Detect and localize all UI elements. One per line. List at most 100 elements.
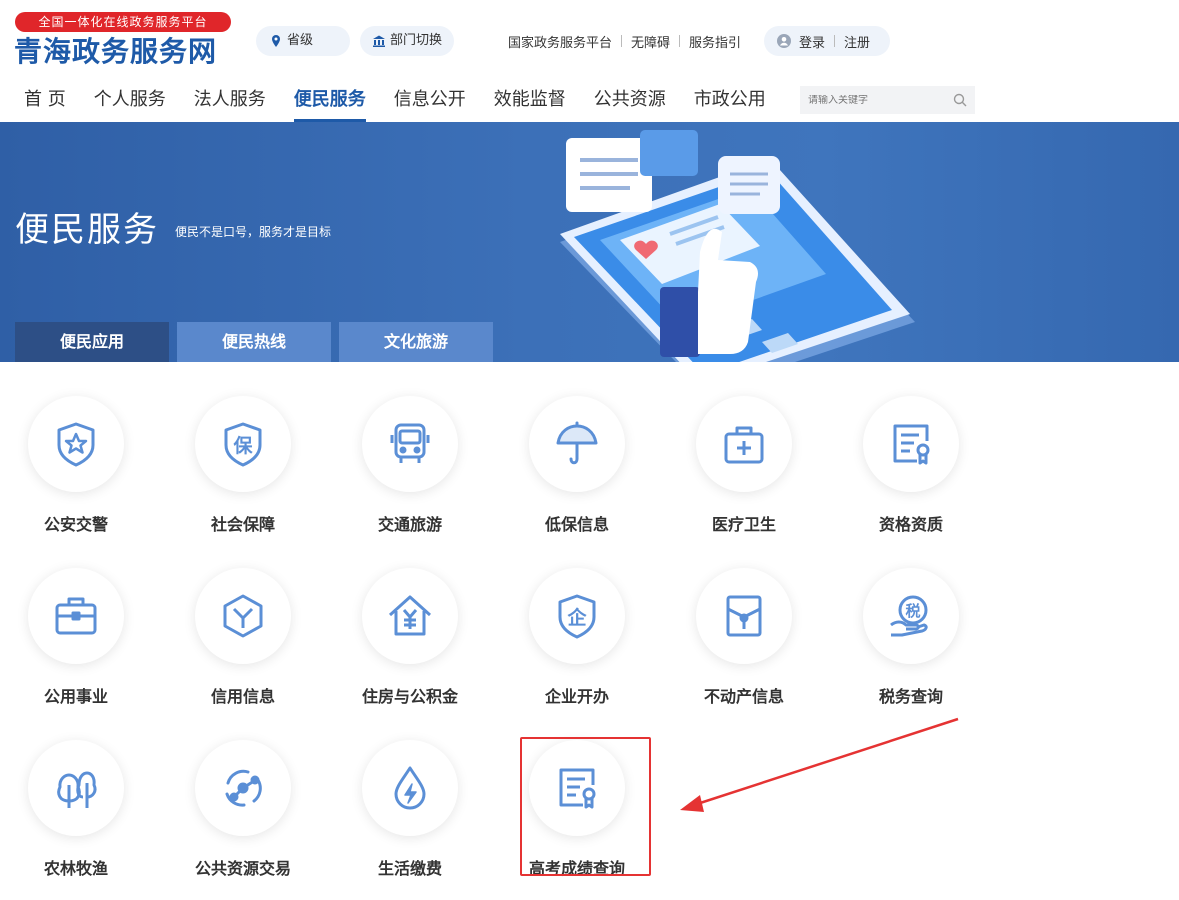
nav-personal-services[interactable]: 个人服务 — [94, 88, 166, 122]
briefcase-icon — [55, 597, 97, 635]
service-qualifications[interactable]: 资格资质 — [841, 396, 981, 535]
service-agriculture[interactable]: 农林牧渔 — [6, 740, 146, 879]
search-box — [800, 86, 975, 114]
certificate-icon — [893, 424, 930, 465]
service-icon-circle — [362, 396, 458, 492]
service-medical-health[interactable]: 医疗卫生 — [674, 396, 814, 535]
province-selector[interactable]: 省级 — [256, 26, 350, 56]
service-utility-payment[interactable]: 生活缴费 — [340, 740, 480, 879]
service-icon-circle — [362, 568, 458, 664]
service-icon-circle — [863, 396, 959, 492]
svg-text:保: 保 — [232, 434, 253, 457]
service-label: 交通旅游 — [377, 515, 442, 534]
service-label: 资格资质 — [878, 515, 943, 534]
svg-text:企: 企 — [566, 606, 587, 629]
department-switch[interactable]: 部门切换 — [360, 26, 454, 56]
service-icon-circle — [195, 740, 291, 836]
service-icon-circle — [529, 396, 625, 492]
nav-home[interactable]: 首 页 — [24, 88, 66, 122]
service-icon-circle — [28, 568, 124, 664]
service-subsistence-allowance[interactable]: 低保信息 — [507, 396, 647, 535]
top-links: 国家政务服务平台 无障碍 服务指引 — [508, 26, 741, 56]
service-icon-circle — [28, 740, 124, 836]
link-accessibility[interactable]: 无障碍 — [631, 32, 670, 51]
service-public-resource-trading[interactable]: 公共资源交易 — [173, 740, 313, 879]
service-icon-circle — [696, 568, 792, 664]
link-national-platform[interactable]: 国家政务服务平台 — [508, 32, 612, 51]
service-label: 信用信息 — [210, 687, 275, 706]
service-label: 社会保障 — [210, 515, 275, 534]
service-social-security[interactable]: 保 社会保障 — [173, 396, 313, 535]
register-link[interactable]: 注册 — [844, 32, 870, 51]
bus-icon — [390, 423, 430, 463]
login-link[interactable]: 登录 — [799, 32, 825, 51]
main-nav: 首 页 个人服务 法人服务 便民服务 信息公开 效能监督 公共资源 市政公用 — [24, 88, 794, 122]
service-label: 公用事业 — [43, 687, 108, 706]
search-input[interactable] — [808, 94, 948, 106]
link-service-guide[interactable]: 服务指引 — [689, 32, 741, 51]
divider — [679, 35, 681, 47]
house-yuan-icon — [388, 595, 432, 636]
service-icon-circle — [362, 740, 458, 836]
user-icon — [777, 34, 791, 48]
property-folder-icon — [726, 595, 762, 637]
svg-text:税: 税 — [905, 602, 920, 620]
enterprise-shield-icon: 企 — [558, 594, 596, 639]
nav-public-resources[interactable]: 公共资源 — [594, 88, 666, 122]
service-label: 公共资源交易 — [194, 859, 291, 878]
service-icon-circle: 保 — [195, 396, 291, 492]
nav-corporate-services[interactable]: 法人服务 — [194, 88, 266, 122]
service-label: 公安交警 — [43, 515, 108, 534]
nav-municipal-utilities[interactable]: 市政公用 — [694, 88, 766, 122]
site-logo-title[interactable]: 青海政务服务网 — [14, 34, 244, 70]
service-housing-fund[interactable]: 住房与公积金 — [340, 568, 480, 707]
service-label: 不动产信息 — [703, 687, 784, 706]
service-credit-info[interactable]: 信用信息 — [173, 568, 313, 707]
divider — [621, 35, 623, 47]
nav-information-disclosure[interactable]: 信息公开 — [394, 88, 466, 122]
service-business-startup[interactable]: 企 企业开办 — [507, 568, 647, 707]
nav-efficiency-supervision[interactable]: 效能监督 — [494, 88, 566, 122]
banner-tabs: 便民应用 便民热线 文化旅游 — [15, 322, 501, 362]
hero-banner: 便民服务 便民不是口号，服务才是目标 便民应用 便民热线 文化旅游 — [0, 122, 1179, 362]
banner-subtitle: 便民不是口号，服务才是目标 — [175, 225, 332, 239]
insurance-shield-icon: 保 — [224, 422, 262, 467]
service-label: 住房与公积金 — [361, 687, 458, 706]
phone-thumbs-up-illustration — [560, 130, 915, 362]
service-label: 企业开办 — [544, 687, 609, 706]
police-shield-icon — [57, 422, 95, 467]
tab-culture-tourism[interactable]: 文化旅游 — [339, 322, 493, 362]
government-building-icon — [372, 34, 386, 48]
service-real-estate[interactable]: 不动产信息 — [674, 568, 814, 707]
service-police-traffic[interactable]: 公安交警 — [6, 396, 146, 535]
tree-icon — [57, 771, 97, 808]
department-label: 部门切换 — [390, 33, 443, 48]
tab-convenience-hotlines[interactable]: 便民热线 — [177, 322, 331, 362]
service-public-utilities[interactable]: 公用事业 — [6, 568, 146, 707]
tax-hand-icon: 税 — [890, 595, 928, 637]
service-tax-inquiry[interactable]: 税 税务查询 — [841, 568, 981, 707]
service-transport-tourism[interactable]: 交通旅游 — [340, 396, 480, 535]
search-icon[interactable] — [953, 93, 967, 110]
service-icon-circle — [28, 396, 124, 492]
service-label: 低保信息 — [544, 515, 609, 534]
login-register: 登录 注册 — [764, 26, 890, 56]
umbrella-icon — [556, 421, 598, 465]
province-label: 省级 — [287, 33, 314, 48]
resource-network-icon — [225, 769, 262, 807]
banner-title: 便民服务 — [15, 210, 159, 250]
medical-kit-icon — [724, 426, 764, 464]
tab-convenience-apps[interactable]: 便民应用 — [15, 322, 169, 362]
service-label: 生活缴费 — [377, 859, 442, 878]
credit-cube-icon — [223, 594, 263, 638]
service-label: 税务查询 — [878, 687, 943, 706]
service-label: 农林牧渔 — [43, 859, 108, 878]
platform-badge: 全国一体化在线政务服务平台 — [15, 12, 231, 32]
service-icon-circle: 税 — [863, 568, 959, 664]
divider — [834, 35, 836, 47]
water-drop-bolt-icon — [394, 766, 426, 810]
service-icon-circle — [195, 568, 291, 664]
nav-convenience-services[interactable]: 便民服务 — [293, 88, 366, 122]
highlight-box — [520, 737, 651, 876]
service-label: 医疗卫生 — [711, 515, 776, 534]
